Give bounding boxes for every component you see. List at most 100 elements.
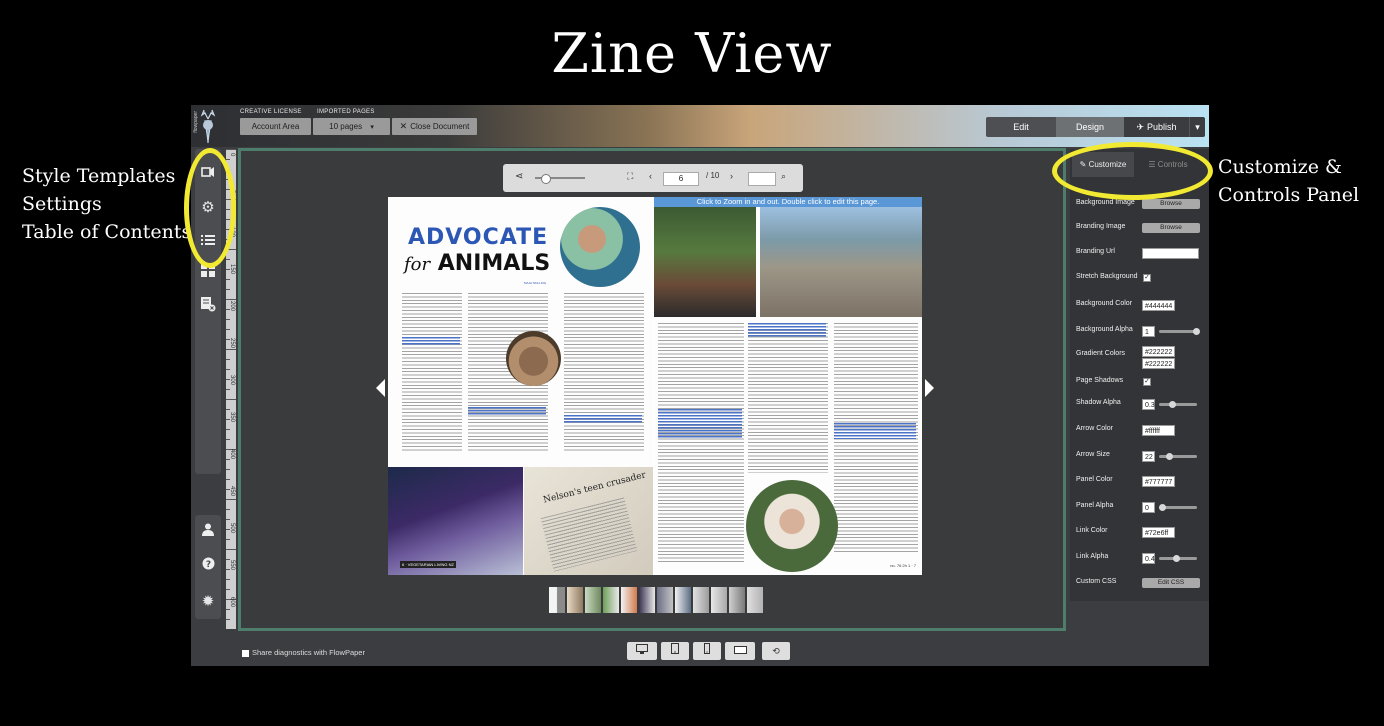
customize-panel: ✎ Customize ☰ Controls Background Image B… [1070,149,1209,601]
stretch-background-label: Stretch Background [1076,273,1138,280]
ruler-tick [226,329,230,330]
zine-spread[interactable]: ADVOCATE for ANIMALS MAJA SKILLING 6 · V… [388,197,922,575]
arrow-size-slider-knob[interactable] [1166,453,1174,460]
link-color-input[interactable]: #72e6ff [1142,527,1175,538]
panel-alpha-slider-knob[interactable] [1159,504,1166,511]
ruler-number: 500 [229,523,235,534]
background-alpha-input[interactable]: 1 [1142,326,1155,337]
panel-alpha-label: Panel Alpha [1076,502,1114,509]
custom-css-button[interactable]: Edit CSS [1142,578,1200,588]
panel-alpha-input[interactable]: 0 [1142,502,1155,513]
thumbnail-page-4[interactable] [603,587,619,613]
mode-edit-tab[interactable]: Edit [986,117,1056,137]
protest-steps-photo [760,207,922,317]
ruler-tick [226,429,230,430]
ruler-tick [226,359,230,360]
thumbnail-page-11[interactable] [729,587,745,613]
thumbnail-page-5[interactable] [621,587,637,613]
help-icon[interactable]: ? [195,555,221,577]
thumbnail-page-9[interactable] [693,587,709,613]
pages-dropdown[interactable]: 10 pages ▾ [313,118,390,135]
rotate-icon[interactable]: ⟲ [762,642,790,660]
branding-image-button[interactable]: Browse [1142,223,1200,233]
thumbnail-page-3[interactable] [585,587,601,613]
fullscreen-icon[interactable]: ⛶ [627,171,633,182]
background-alpha-slider[interactable] [1159,330,1197,333]
diagnostics-checkbox[interactable] [242,649,249,657]
thumbnail-page-8[interactable] [675,587,691,613]
next-page-arrow[interactable] [925,379,934,397]
desktop-icon[interactable] [627,642,657,660]
mode-publish-tab[interactable]: ✈ Publish [1124,117,1189,137]
phone-icon[interactable] [693,642,721,660]
chevron-right-icon[interactable]: › [730,171,733,181]
question-heading-1 [402,337,460,346]
ruler-number: 600 [229,597,235,608]
branding-url-input[interactable] [1142,248,1199,259]
ruler-tick [226,549,236,550]
link-alpha-input[interactable]: 0.4 [1142,553,1155,564]
landscape-icon[interactable] [725,642,755,660]
tablet-icon[interactable] [661,642,689,660]
publish-options-dropdown[interactable]: ▾ [1189,117,1205,137]
right-page[interactable]: no. 76 2h 1 · 7 [654,197,922,575]
zoom-slider-knob[interactable] [541,174,551,184]
background-image-button[interactable]: Browse [1142,199,1200,209]
thumbnail-page-10[interactable] [711,587,727,613]
ruler-tick [226,619,230,620]
zoom-slider[interactable] [535,174,585,184]
user-icon[interactable] [195,521,221,543]
annotation-customize: Customize & [1218,156,1342,178]
ruler-tick [226,539,230,540]
thumbnail-page-2[interactable] [567,587,583,613]
mode-design-tab[interactable]: Design [1056,117,1124,137]
left-page[interactable]: ADVOCATE for ANIMALS MAJA SKILLING 6 · V… [388,197,653,575]
article-column-4 [658,323,744,563]
panel-color-input[interactable]: #777777 [1142,476,1175,487]
gradient-colors-input-1[interactable]: #222222 [1142,346,1175,357]
girl-with-sign-photo [746,480,838,572]
background-alpha-slider-knob[interactable] [1193,328,1200,335]
ruler-tick [226,589,230,590]
shadow-alpha-slider[interactable] [1159,403,1197,406]
bug-icon[interactable]: ✹ [195,591,221,613]
chevron-left-icon[interactable]: ‹ [649,171,652,181]
diagnostics-checkbox-row[interactable]: Share diagnostics with FlowPaper [242,648,365,657]
stretch-background-checkbox[interactable]: ✓ [1143,274,1151,282]
rabbit-photo [506,331,561,386]
shadow-alpha-slider-knob[interactable] [1169,401,1177,408]
shadow-alpha-input[interactable]: 0.3 [1142,399,1155,410]
arrow-size-input[interactable]: 22 [1142,451,1155,462]
close-document-button[interactable]: ✕ Close Document [392,118,477,135]
share-icon[interactable]: ⋖ [515,171,523,182]
gradient-colors-input-2[interactable]: #222222 [1142,358,1175,369]
account-area-button[interactable]: Account Area [240,118,311,135]
arrow-size-slider[interactable] [1159,455,1197,458]
previous-page-arrow[interactable] [376,379,385,397]
question-heading-3 [564,415,642,424]
thumbnail-page-1[interactable] [549,587,565,613]
thumbnail-page-12[interactable] [747,587,763,613]
ruler-tick [226,289,230,290]
page-total: / 10 [706,171,720,180]
background-alpha-label: Background Alpha [1076,326,1133,333]
link-alpha-slider-knob[interactable] [1172,555,1180,562]
arrow-color-input[interactable]: #ffffff [1142,425,1175,436]
ruler-tick [226,459,230,460]
page-remove-icon[interactable] [195,296,221,318]
newspaper-clipping-photo: Nelson's teen crusader [524,467,653,575]
top-bar: flowpaper CREATIVE LICENSE IMPORTED PAGE… [191,105,1209,147]
viewer-toolbar: ⋖ ⛶ ‹ 6 / 10 › ⌕ [503,164,803,192]
ruler-tick [226,159,230,160]
thumbnail-page-6[interactable] [639,587,655,613]
page-shadows-checkbox[interactable]: ✓ [1143,378,1151,386]
background-color-input[interactable]: #444444 [1142,300,1175,311]
viewer-search-input[interactable] [748,172,776,186]
page-number-input[interactable]: 6 [663,172,699,186]
question-heading-5 [748,323,826,337]
background-color-label: Background Color [1076,300,1133,307]
thumbnail-page-7[interactable] [657,587,673,613]
search-icon[interactable]: ⌕ [781,171,786,182]
ruler-tick [226,519,230,520]
question-heading-6 [834,423,916,439]
